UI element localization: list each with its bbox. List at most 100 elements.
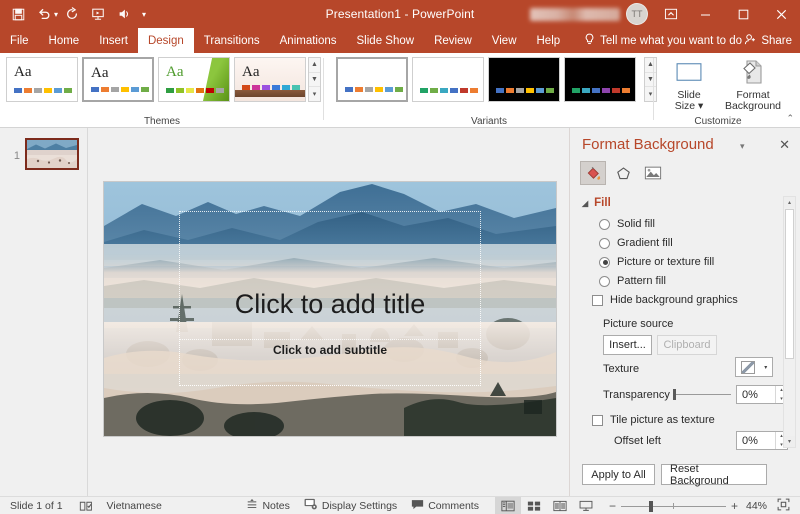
fill-section-header[interactable]: ◢ Fill [582, 197, 611, 209]
zoom-in-button[interactable]: + [731, 499, 738, 513]
picture-or-texture-fill-option[interactable]: Picture or texture fill [599, 256, 714, 268]
gradient-fill-option[interactable]: Gradient fill [599, 237, 673, 249]
slide-show-button[interactable] [573, 497, 599, 514]
variant-3[interactable] [488, 57, 560, 102]
ribbon-display-options-icon[interactable] [660, 5, 682, 23]
solid-fill-option[interactable]: Solid fill [599, 218, 655, 230]
slide-size-button[interactable]: Slide Size ▾ [662, 57, 716, 112]
zoom-slider-knob[interactable] [648, 500, 653, 512]
tile-picture-checkbox[interactable] [592, 414, 603, 426]
fit-to-window-button[interactable] [777, 498, 790, 514]
theme-aa-label: Aa [166, 64, 184, 80]
slide-canvas[interactable]: Click to add title Click to add subtitle [104, 182, 556, 436]
notes-button[interactable]: Notes [246, 498, 290, 513]
pane-close-icon[interactable]: ✕ [779, 137, 790, 153]
maximize-button[interactable] [724, 0, 762, 28]
theme-facet[interactable]: Aa [158, 57, 230, 102]
zoom-level-label[interactable]: 44% [746, 500, 767, 512]
tab-transitions[interactable]: Transitions [194, 28, 270, 53]
variant-1[interactable] [336, 57, 408, 102]
tab-help[interactable]: Help [527, 28, 571, 53]
pattern-fill-radio[interactable] [599, 275, 610, 287]
tile-picture-option[interactable]: Tile picture as texture [592, 414, 715, 426]
themes-more-icon[interactable]: ▾ [309, 87, 320, 101]
solid-fill-radio[interactable] [599, 218, 610, 230]
comments-button[interactable]: Comments [411, 499, 479, 513]
share-button[interactable]: Share [744, 28, 792, 53]
effects-tab[interactable] [610, 161, 636, 185]
transparency-value-field[interactable]: 0% ▴ ▾ [736, 385, 788, 404]
audio-button[interactable] [112, 3, 136, 25]
pane-scrollbar[interactable]: ▴ ▾ [783, 196, 796, 448]
status-bar: Slide 1 of 1 Vietnamese Notes Display Se… [0, 496, 800, 514]
display-settings-icon [304, 498, 318, 513]
display-settings-button[interactable]: Display Settings [304, 498, 397, 513]
variant-2[interactable] [412, 57, 484, 102]
theme-office-2[interactable]: Aa [82, 57, 154, 102]
insert-button[interactable]: Insert... [603, 335, 652, 355]
transparency-slider-track[interactable] [674, 394, 731, 395]
tab-design[interactable]: Design [137, 28, 194, 53]
user-name-blurred [530, 7, 620, 21]
picture-tab[interactable] [640, 161, 666, 185]
picture-or-texture-fill-radio[interactable] [599, 256, 610, 268]
pane-scroll-thumb[interactable] [785, 209, 794, 359]
variant-swatches [420, 88, 478, 93]
reset-background-button[interactable]: Reset Background [661, 463, 767, 487]
reading-view-button[interactable] [547, 497, 573, 514]
variant-swatches [345, 87, 403, 92]
zoom-slider[interactable] [620, 500, 726, 512]
language-indicator[interactable]: Vietnamese [107, 500, 162, 512]
tab-file[interactable]: File [0, 28, 39, 53]
gradient-fill-radio[interactable] [599, 237, 610, 249]
pattern-fill-option[interactable]: Pattern fill [599, 275, 666, 287]
title-placeholder-text[interactable]: Click to add title [104, 289, 556, 320]
zoom-out-button[interactable]: − [609, 499, 616, 513]
zoom-slider-midpoint [673, 502, 675, 509]
theme-office[interactable]: Aa [6, 57, 78, 102]
texture-picker[interactable]: ▾ [735, 357, 773, 377]
tell-me-search[interactable]: Tell me what you want to do [584, 28, 742, 53]
close-button[interactable] [762, 0, 800, 28]
tab-slide-show[interactable]: Slide Show [347, 28, 425, 53]
collapse-ribbon-icon[interactable]: ⌃ [786, 113, 794, 124]
slide-thumbnail-image[interactable] [25, 138, 79, 170]
subtitle-placeholder-text[interactable]: Click to add subtitle [104, 343, 556, 357]
customize-qat-button[interactable]: ▾ [142, 10, 146, 19]
variant-4[interactable] [564, 57, 636, 102]
pane-scroll-down-icon[interactable]: ▾ [784, 436, 795, 447]
slide-sorter-view-button[interactable] [521, 497, 547, 514]
themes-scroll-down-icon[interactable]: ▼ [309, 73, 320, 88]
theme-wood-type[interactable]: Aa [234, 57, 306, 102]
spell-check-icon[interactable] [79, 500, 93, 512]
tab-animations[interactable]: Animations [270, 28, 347, 53]
tab-home[interactable]: Home [39, 28, 90, 53]
start-from-beginning-button[interactable] [86, 3, 110, 25]
normal-view-button[interactable] [494, 496, 521, 514]
theme-swatches [242, 85, 300, 90]
save-button[interactable] [6, 3, 30, 25]
hide-background-graphics-checkbox[interactable] [592, 294, 603, 306]
apply-to-all-button[interactable]: Apply to All [582, 464, 655, 485]
slide-counter[interactable]: Slide 1 of 1 [10, 500, 63, 512]
tab-insert[interactable]: Insert [89, 28, 138, 53]
pane-scroll-up-icon[interactable]: ▴ [784, 197, 795, 208]
format-background-button[interactable]: Format Background [720, 57, 786, 112]
theme-aa-label: Aa [91, 65, 109, 81]
texture-dropdown-icon[interactable]: ▾ [764, 364, 767, 371]
undo-button[interactable] [32, 3, 56, 25]
pane-menu-chevron-icon[interactable]: ▾ [740, 141, 745, 152]
tab-review[interactable]: Review [424, 28, 482, 53]
transparency-slider-knob[interactable] [673, 389, 676, 400]
minimize-button[interactable] [686, 0, 724, 28]
slide-thumbnail-1[interactable]: 1 [8, 138, 79, 170]
avatar[interactable]: TT [626, 3, 648, 25]
themes-scroll-buttons[interactable]: ▲ ▼ ▾ [308, 57, 321, 102]
hide-background-graphics-option[interactable]: Hide background graphics [592, 294, 738, 306]
tab-view[interactable]: View [482, 28, 527, 53]
fill-tab[interactable] [580, 161, 606, 185]
picture-icon [644, 166, 662, 180]
offset-left-value-field[interactable]: 0% ▴ ▾ [736, 431, 788, 450]
themes-scroll-up-icon[interactable]: ▲ [309, 58, 320, 73]
redo-button[interactable] [60, 3, 84, 25]
